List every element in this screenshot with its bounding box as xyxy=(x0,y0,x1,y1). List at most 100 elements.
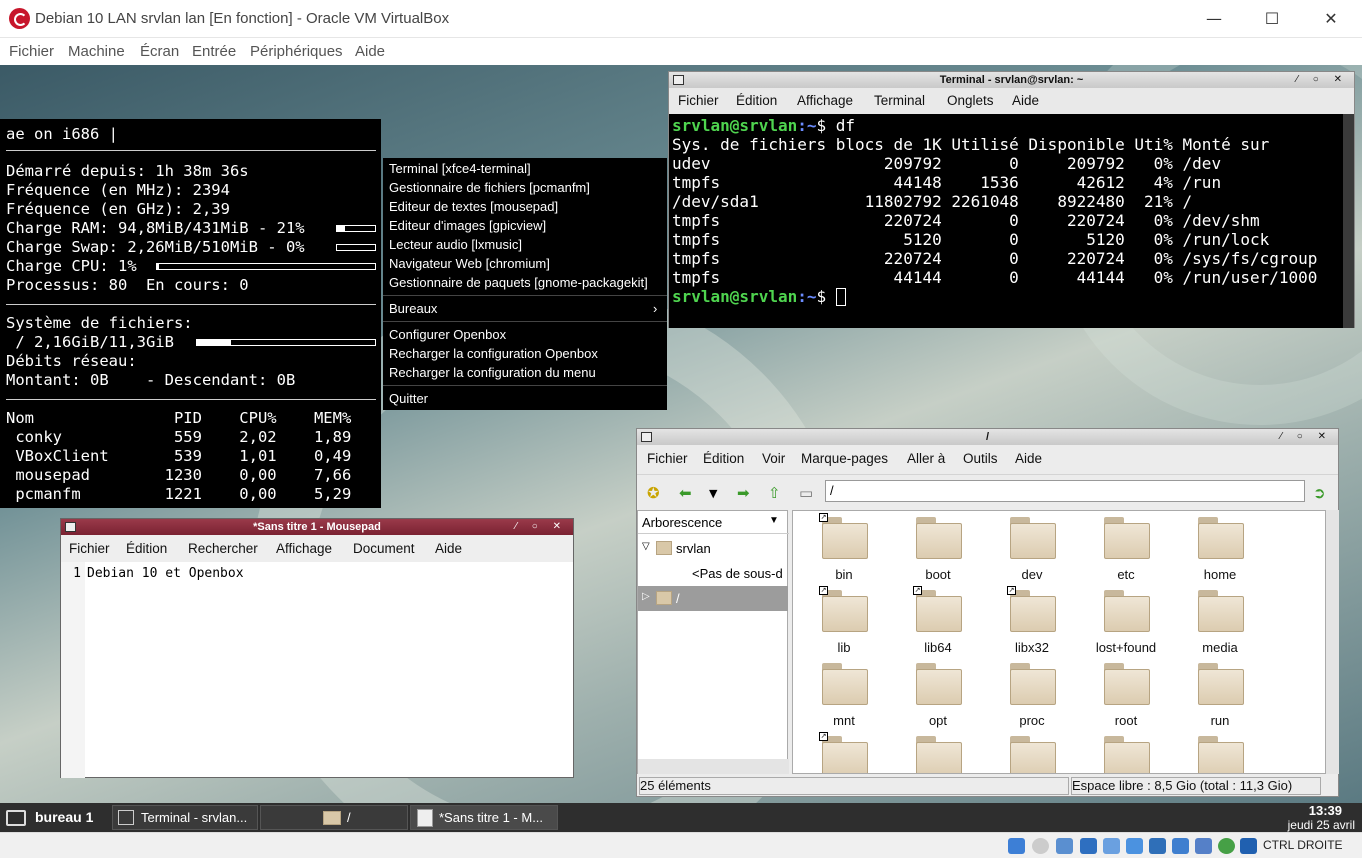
menu-aller-a[interactable]: Aller à xyxy=(907,451,945,466)
menu-terminal[interactable]: Terminal xyxy=(874,93,925,108)
audio-icon[interactable] xyxy=(1056,838,1073,854)
minimize-button[interactable]: — xyxy=(1191,6,1237,32)
optical-drive-icon[interactable] xyxy=(1032,838,1049,854)
desktop-name[interactable]: bureau 1 xyxy=(35,809,93,825)
desktop-switch-icon[interactable] xyxy=(6,810,26,826)
keyboard-capture-icon[interactable] xyxy=(1240,838,1257,854)
path-input[interactable]: / xyxy=(825,480,1305,502)
menu-item-bureaux[interactable]: Bureaux xyxy=(389,301,437,316)
menu-edition[interactable]: Édition xyxy=(126,541,167,556)
up-icon[interactable]: ⇧ xyxy=(768,484,781,502)
terminal-screen[interactable]: srvlan@srvlan:~$ df Sys. de fichiers bloc… xyxy=(669,114,1344,328)
usb-icon[interactable] xyxy=(1103,838,1120,854)
menu-item-browser[interactable]: Navigateur Web [chromium] xyxy=(389,256,550,271)
menu-fichier[interactable]: Fichier xyxy=(647,451,688,466)
folder-item[interactable] xyxy=(1175,736,1265,773)
menu-machine[interactable]: Machine xyxy=(68,43,125,60)
terminal-window[interactable]: Terminal - srvlan@srvlan: ~ ⁄ ○ ✕ Fichie… xyxy=(668,71,1355,328)
menu-item-packages[interactable]: Gestionnaire de paquets [gnome-packageki… xyxy=(389,275,648,290)
folder-item[interactable] xyxy=(1081,736,1171,773)
menu-onglets[interactable]: Onglets xyxy=(947,93,994,108)
pcmanfm-window[interactable]: / ⁄ ○ ✕ Fichier Édition Voir Marque-page… xyxy=(636,428,1339,797)
terminal-titlebar[interactable]: Terminal - srvlan@srvlan: ~ ⁄ ○ ✕ xyxy=(669,72,1354,88)
menu-item-quit[interactable]: Quitter xyxy=(389,391,428,406)
maximize-button[interactable]: ☐ xyxy=(1249,6,1295,32)
menu-marque-pages[interactable]: Marque-pages xyxy=(801,451,888,466)
menu-affichage[interactable]: Affichage xyxy=(276,541,332,556)
folder-item[interactable]: lost+found xyxy=(1081,590,1171,655)
menu-peripheriques[interactable]: Périphériques xyxy=(250,43,343,60)
task-terminal[interactable]: Terminal - srvlan... xyxy=(112,805,258,830)
side-pane-header[interactable]: Arborescence xyxy=(642,515,722,530)
vt-x-icon[interactable] xyxy=(1195,838,1212,854)
window-controls[interactable]: ⁄ ○ ✕ xyxy=(1280,429,1332,445)
menu-affichage[interactable]: Affichage xyxy=(797,93,853,108)
mousepad-window[interactable]: *Sans titre 1 - Mousepad ⁄ ○ ✕ Fichier É… xyxy=(60,518,574,778)
hdd-icon[interactable] xyxy=(1008,838,1025,854)
folder-item[interactable]: mnt xyxy=(799,663,889,728)
chevron-down-icon[interactable]: ▼ xyxy=(769,515,779,526)
window-controls[interactable]: ⁄ ○ ✕ xyxy=(515,519,567,535)
menu-entree[interactable]: Entrée xyxy=(192,43,236,60)
clock-time[interactable]: 13:39 xyxy=(1309,803,1342,818)
mouse-integration-icon[interactable] xyxy=(1218,838,1235,854)
folder-item[interactable]: home xyxy=(1175,517,1265,582)
menu-aide[interactable]: Aide xyxy=(1015,451,1042,466)
folder-view[interactable]: ↗ bin boot dev etc home ↗ lib ↗ lib64 ↗ libx32 lost+… xyxy=(792,510,1326,774)
menu-item-imageviewer[interactable]: Editeur d'images [gpicview] xyxy=(389,218,546,233)
filemanager-titlebar[interactable]: / ⁄ ○ ✕ xyxy=(637,429,1338,445)
folder-item[interactable]: boot xyxy=(893,517,983,582)
network-icon[interactable] xyxy=(1080,838,1097,854)
back-icon[interactable]: ⬅ xyxy=(679,484,692,502)
folder-item[interactable]: ↗ xyxy=(799,732,889,773)
go-icon[interactable]: ➲ xyxy=(1313,484,1326,502)
menu-rechercher[interactable]: Rechercher xyxy=(188,541,258,556)
menu-fichier[interactable]: Fichier xyxy=(69,541,110,556)
menu-voir[interactable]: Voir xyxy=(762,451,785,466)
folder-item[interactable]: media xyxy=(1175,590,1265,655)
menu-item-terminal[interactable]: Terminal [xfce4-terminal] xyxy=(389,161,531,176)
menu-edition[interactable]: Édition xyxy=(736,93,777,108)
close-button[interactable]: ✕ xyxy=(1308,6,1354,32)
tree-pane[interactable]: Arborescence ▼ ▽ srvlan <Pas de sous-d ▷… xyxy=(637,510,789,774)
video-capture-icon[interactable] xyxy=(1172,838,1189,854)
menu-item-configure[interactable]: Configurer Openbox xyxy=(389,327,506,342)
folder-item[interactable]: opt xyxy=(893,663,983,728)
menu-ecran[interactable]: Écran xyxy=(140,43,179,60)
home-folder-icon[interactable]: ▭ xyxy=(799,484,813,502)
menu-document[interactable]: Document xyxy=(353,541,415,556)
folder-item[interactable]: ↗ lib64 xyxy=(893,586,983,655)
tree-item-root-selected[interactable]: ▷ / xyxy=(638,586,788,611)
menu-item-texteditor[interactable]: Editeur de textes [mousepad] xyxy=(389,199,558,214)
window-controls[interactable]: ⁄ ○ ✕ xyxy=(1296,72,1348,88)
folder-item[interactable]: ↗ libx32 xyxy=(987,586,1077,655)
task-mousepad[interactable]: *Sans titre 1 - M... xyxy=(410,805,558,830)
horizontal-scrollbar[interactable] xyxy=(638,759,789,774)
terminal-scrollbar[interactable] xyxy=(1343,114,1354,328)
menu-item-filemanager[interactable]: Gestionnaire de fichiers [pcmanfm] xyxy=(389,180,590,195)
menu-aide[interactable]: Aide xyxy=(355,43,385,60)
menu-item-reload-openbox[interactable]: Recharger la configuration Openbox xyxy=(389,346,598,361)
host-key-label[interactable]: CTRL DROITE xyxy=(1263,838,1343,852)
task-filemanager[interactable]: / xyxy=(260,805,408,830)
folder-item[interactable]: proc xyxy=(987,663,1077,728)
menu-fichier[interactable]: Fichier xyxy=(9,43,54,60)
menu-fichier[interactable]: Fichier xyxy=(678,93,719,108)
expander-open-icon[interactable]: ▽ xyxy=(642,541,650,552)
display-icon[interactable] xyxy=(1149,838,1166,854)
folder-item[interactable]: dev xyxy=(987,517,1077,582)
editor-text[interactable]: Debian 10 et Openbox xyxy=(87,566,244,581)
history-dropdown-icon[interactable]: ▼ xyxy=(709,487,717,500)
folder-item[interactable] xyxy=(893,736,983,773)
folder-item[interactable]: etc xyxy=(1081,517,1171,582)
menu-aide[interactable]: Aide xyxy=(435,541,462,556)
expander-icon[interactable]: ▷ xyxy=(642,591,650,602)
new-tab-icon[interactable]: ✪ xyxy=(647,484,660,502)
mousepad-titlebar[interactable]: *Sans titre 1 - Mousepad ⁄ ○ ✕ xyxy=(61,519,573,535)
folder-item[interactable]: ↗ lib xyxy=(799,586,889,655)
menu-edition[interactable]: Édition xyxy=(703,451,744,466)
menu-item-reload-menu[interactable]: Recharger la configuration du menu xyxy=(389,365,596,380)
menu-item-audioplayer[interactable]: Lecteur audio [lxmusic] xyxy=(389,237,522,252)
tree-item-srvlan[interactable]: srvlan xyxy=(676,541,711,556)
shared-folders-icon[interactable] xyxy=(1126,838,1143,854)
